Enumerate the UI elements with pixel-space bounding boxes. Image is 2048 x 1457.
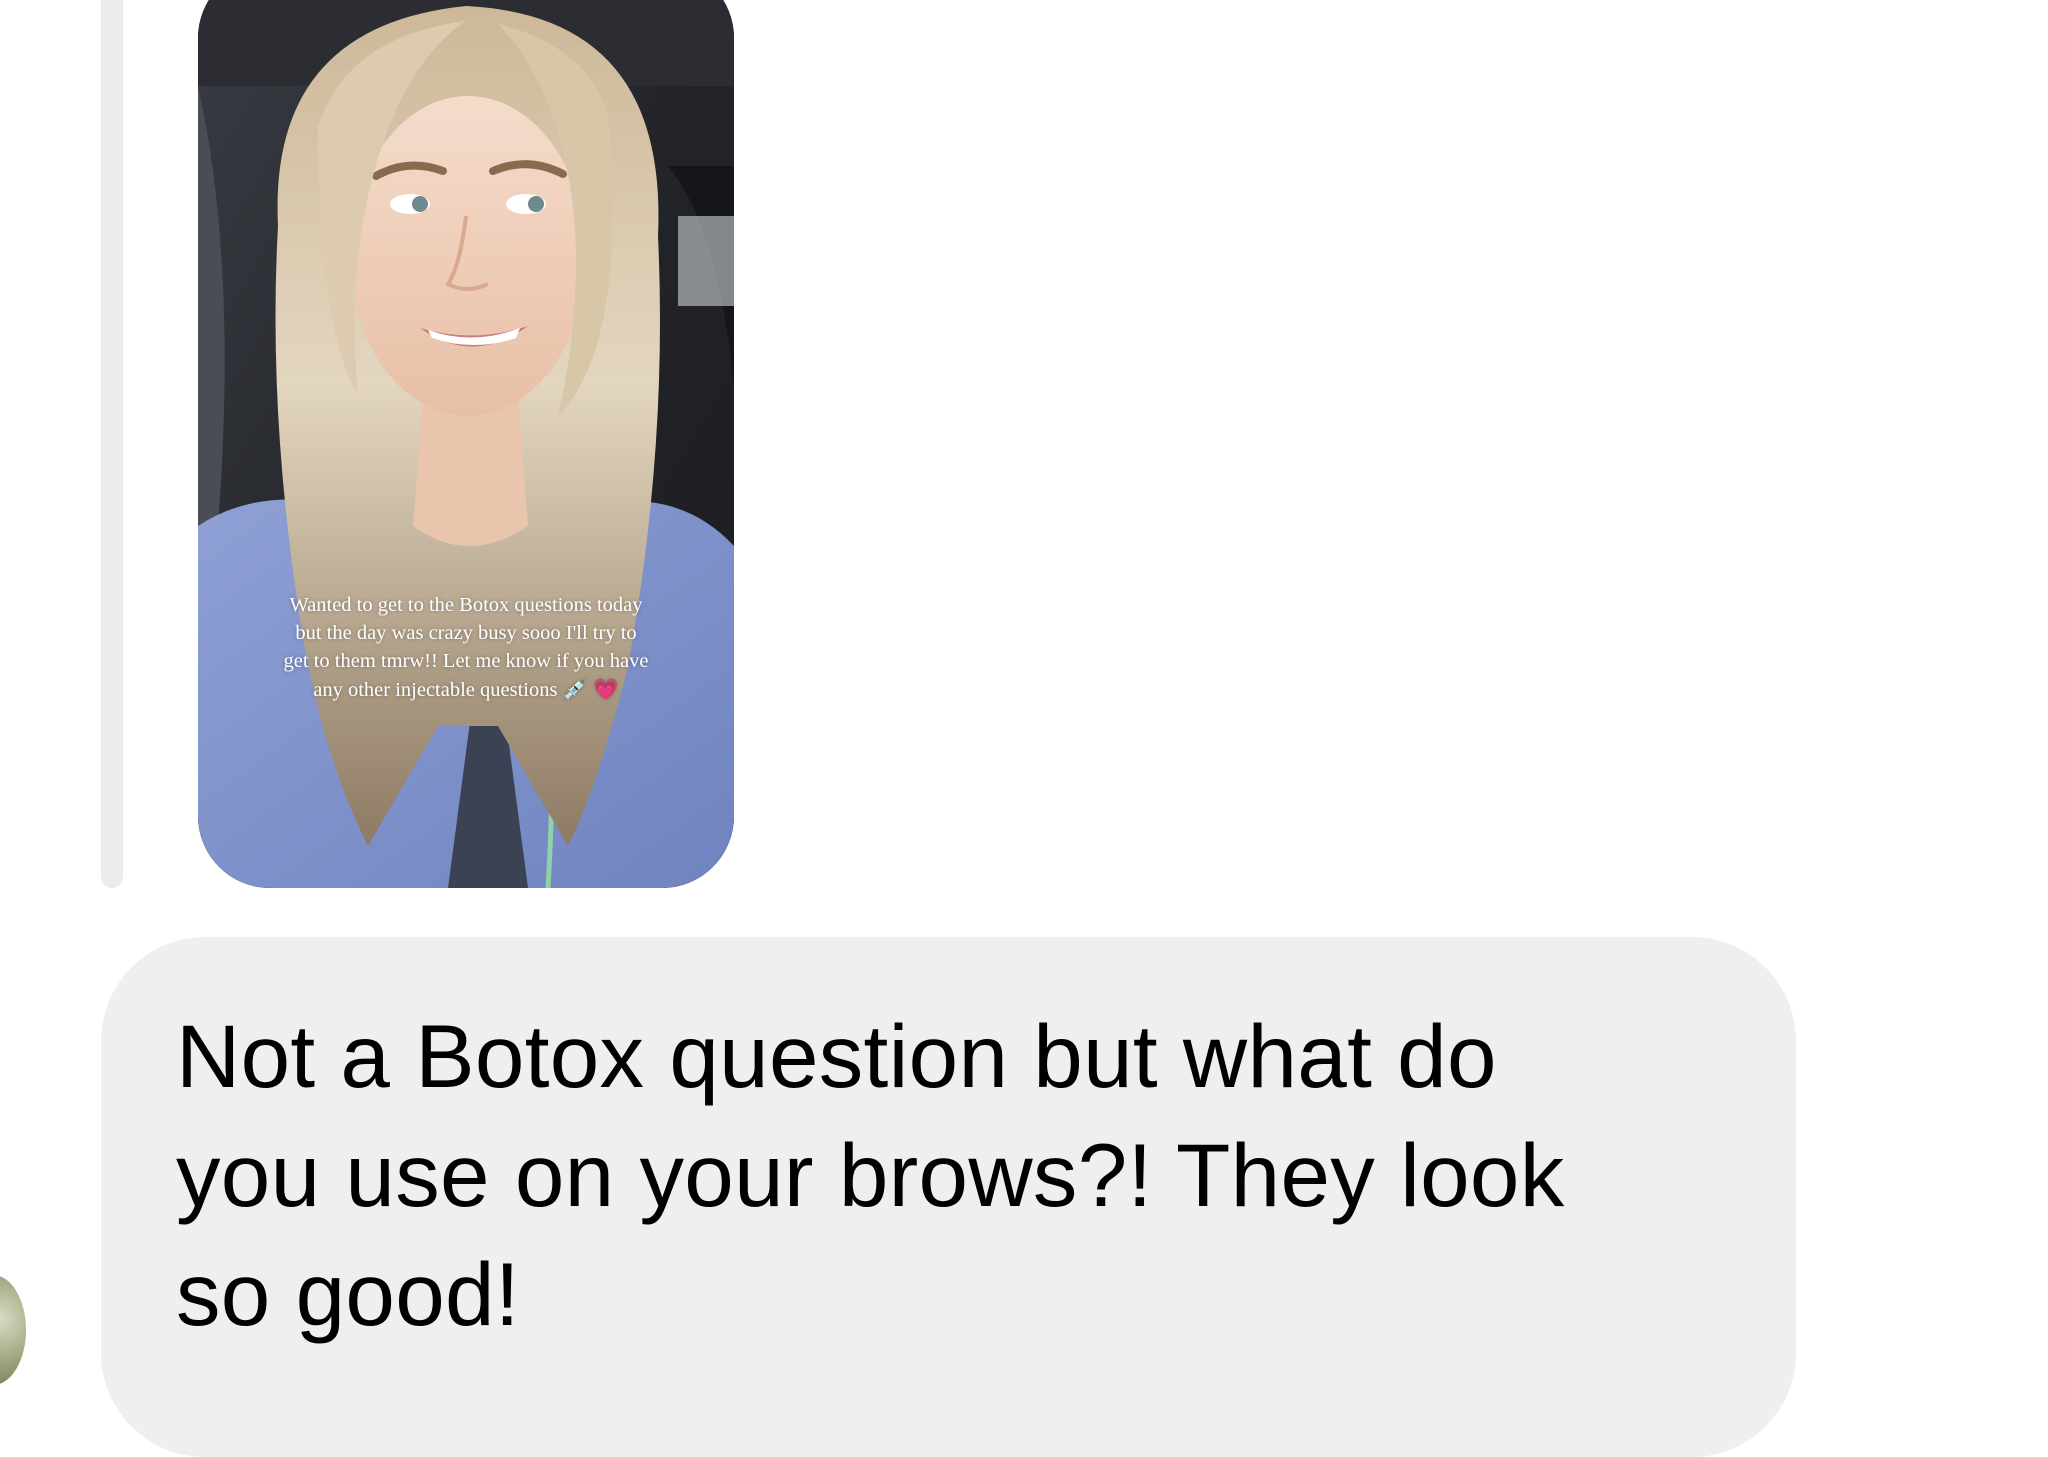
story-preview-thumbnail[interactable]: Wanted to get to the Botox questions tod… (198, 0, 734, 888)
message-text-line: Not a Botox question but what do (176, 1006, 1497, 1106)
syringe-emoji: 💉 (562, 679, 589, 701)
sender-avatar[interactable] (0, 1275, 26, 1385)
story-caption: Wanted to get to the Botox questions tod… (234, 591, 698, 704)
message-text: Not a Botox question but what do you use… (176, 997, 1736, 1354)
message-text-line: so good! (176, 1244, 520, 1344)
message-text-line: you use on your brows?! They look (176, 1125, 1565, 1225)
story-caption-line-text: any other injectable questions (313, 679, 558, 701)
story-caption-line: get to them tmrw!! Let me know if you ha… (283, 650, 649, 672)
heart-emoji: 💗 (593, 677, 619, 701)
story-photo (198, 0, 734, 888)
story-caption-line: Wanted to get to the Botox questions tod… (289, 594, 643, 616)
story-caption-line: any other injectable questions 💉 💗 (234, 675, 698, 704)
story-reply-indicator-bar (101, 0, 123, 888)
story-caption-line: but the day was crazy busy sooo I'll try… (295, 622, 637, 644)
